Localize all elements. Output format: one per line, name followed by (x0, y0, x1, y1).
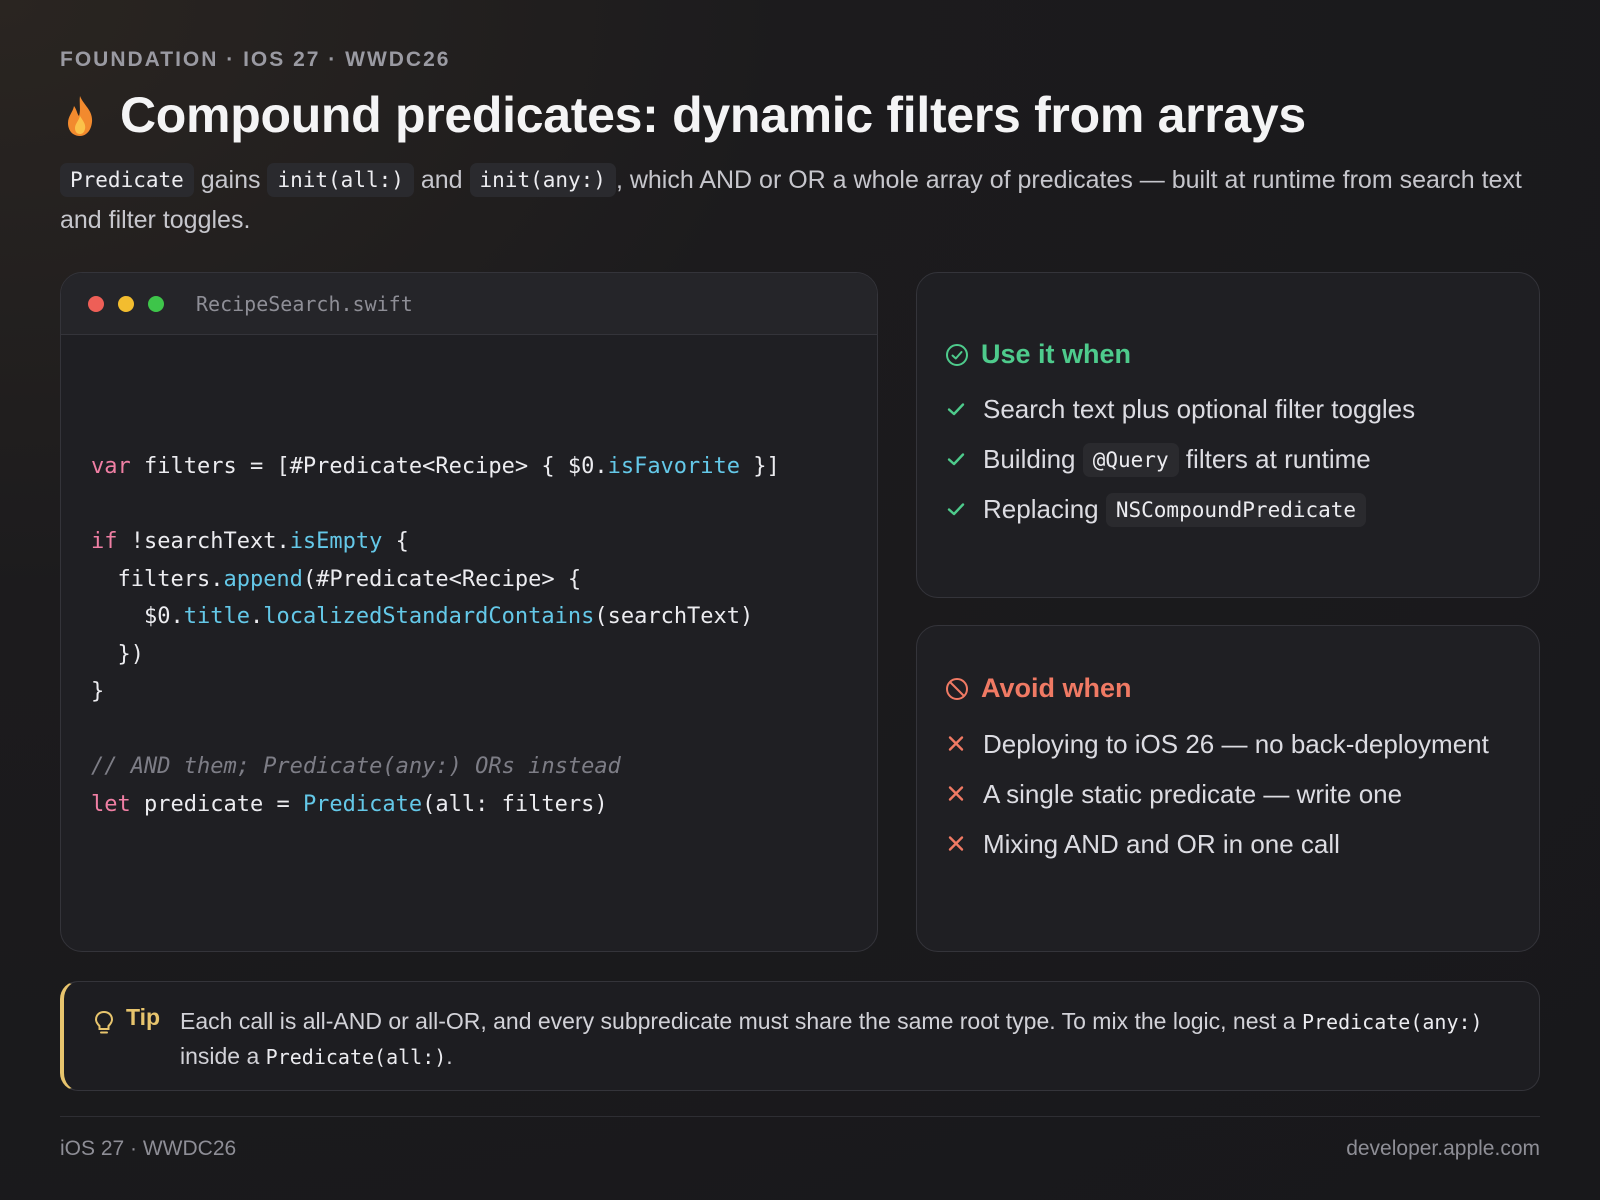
prohibited-icon (946, 677, 968, 700)
tip-callout: Tip Each call is all-AND or all-OR, and … (60, 981, 1540, 1091)
code-line: filters.append(#Predicate<Recipe> { (91, 566, 582, 592)
code-card-header: RecipeSearch.swift (61, 273, 877, 335)
footer-divider (60, 1116, 1540, 1117)
code-block[interactable]: var filters = [#Predicate<Recipe> { $0.i… (61, 448, 810, 823)
list-item: A single static predicate — write one (945, 776, 1509, 812)
code-predicate-all: Predicate(all:) (265, 1045, 447, 1069)
list-item: Replacing NSCompoundPredicate (945, 491, 1509, 527)
footer-link[interactable]: developer.apple.com (1346, 1137, 1540, 1161)
avoid-when-list: Deploying to iOS 26 — no back-deployment… (945, 726, 1509, 876)
list-item: Mixing AND and OR in one call (945, 826, 1509, 862)
footer-left: iOS 27 · WWDC26 (60, 1137, 237, 1160)
code-chip-init-all: init(all:) (267, 163, 414, 197)
check-icon (947, 503, 965, 516)
list-item: Search text plus optional filter toggles (945, 391, 1509, 427)
subtitle: Predicate gains init(all:) and init(any:… (60, 160, 1550, 240)
list-item: Building @Query filters at runtime (945, 441, 1509, 477)
code-chip-query: @Query (1082, 443, 1179, 477)
check-circle-icon (946, 343, 968, 366)
window-zoom-dot[interactable] (148, 295, 164, 312)
code-chip-init-any: init(any:) (469, 163, 616, 197)
window-close-dot[interactable] (88, 295, 104, 312)
subtitle-text: and (413, 166, 470, 194)
flame-icon (60, 90, 100, 140)
code-line: var filters = [#Predicate<Recipe> { $0.i… (91, 454, 780, 479)
subtitle-text: gains (193, 166, 268, 194)
code-line: } (91, 679, 105, 704)
code-comment: // AND them; Predicate(any:) ORs instead (91, 754, 621, 779)
list-item: Deploying to iOS 26 — no back-deployment (945, 726, 1509, 762)
window-minimize-dot[interactable] (118, 295, 134, 312)
use-it-when-list: Search text plus optional filter toggles… (945, 391, 1509, 541)
filename: RecipeSearch.swift (196, 291, 413, 316)
use-it-when-card: Use it when Search text plus optional fi… (916, 272, 1540, 598)
code-chip-nscompoundpredicate: NSCompoundPredicate (1105, 493, 1367, 527)
check-icon (947, 403, 965, 416)
code-line: $0.title.localizedStandardContains(searc… (91, 604, 754, 629)
x-icon (948, 786, 964, 801)
code-card: RecipeSearch.swift var filters = [#Predi… (60, 272, 878, 952)
eyebrow: FOUNDATION · IOS 27 · WWDC26 (60, 48, 451, 71)
code-line: }) (91, 641, 144, 667)
tip-label: Tip (126, 1004, 161, 1030)
check-icon (947, 453, 965, 466)
tip-text: Each call is all-AND or all-OR, and ever… (180, 1008, 1483, 1069)
title-row: Compound predicates: dynamic filters fro… (60, 86, 1306, 144)
lightbulb-icon (94, 1010, 114, 1034)
code-chip-predicate: Predicate (60, 163, 194, 197)
use-it-when-heading: Use it when (945, 339, 1131, 370)
code-predicate-any: Predicate(any:) (1301, 1010, 1483, 1034)
code-line: if !searchText.isEmpty { (91, 529, 409, 554)
avoid-when-card: Avoid when Deploying to iOS 26 — no back… (916, 625, 1540, 952)
x-icon (948, 736, 964, 751)
page-title: Compound predicates: dynamic filters fro… (120, 87, 1306, 143)
code-line: let predicate = Predicate(all: filters) (91, 791, 608, 817)
x-icon (948, 836, 964, 851)
avoid-when-heading: Avoid when (945, 673, 1132, 704)
